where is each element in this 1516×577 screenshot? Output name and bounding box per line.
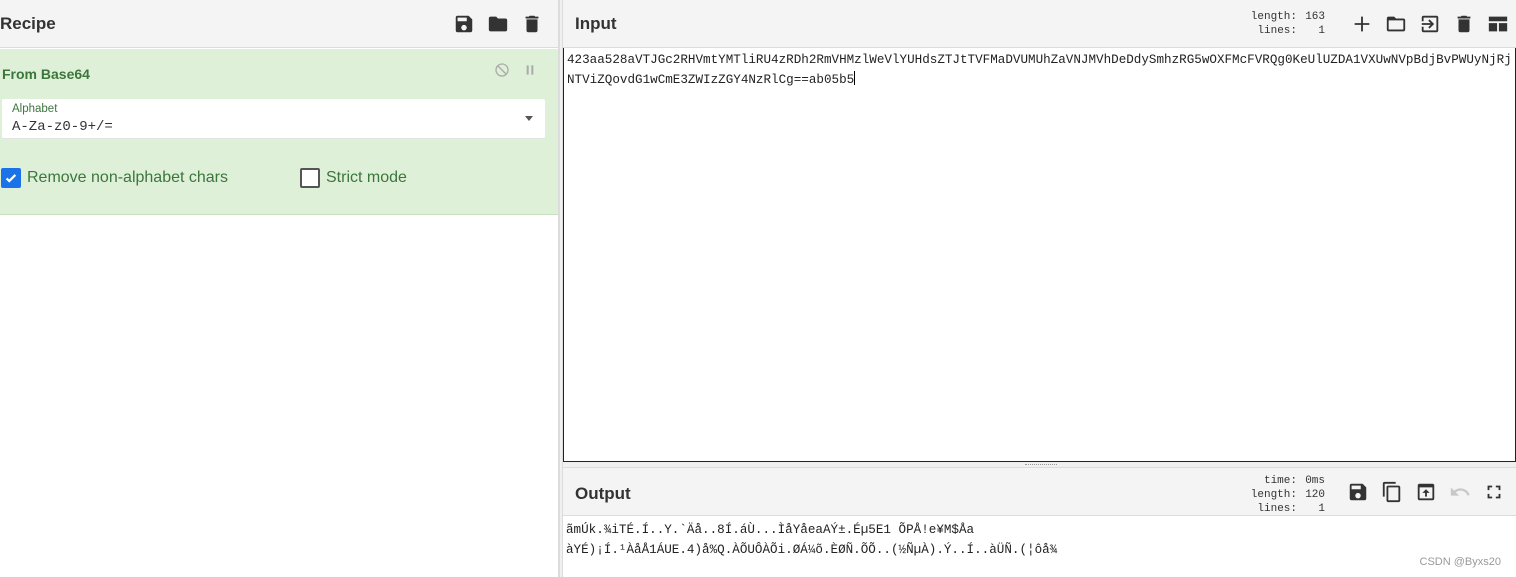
save-output-button[interactable] [1346,480,1370,504]
open-folder-button[interactable] [1384,12,1408,36]
alphabet-value: A-Za-z0-9+/= [12,119,113,135]
text-caret [854,71,856,85]
output-length-label: length: [1250,489,1297,501]
maximise-output-button[interactable] [1482,480,1506,504]
input-header: Input length: 163 lines: 1 [563,0,1516,48]
strict-mode-label: Strict mode [326,169,407,186]
alphabet-label: Alphabet [12,103,58,115]
output-title: Output [575,484,631,503]
checkbox-checked-icon[interactable] [1,168,21,188]
watermark: CSDN @Byxs20 [1419,556,1501,568]
alphabet-select[interactable]: Alphabet A-Za-z0-9+/= [2,99,545,139]
layout-icon [1488,16,1508,32]
folder-icon [488,16,508,32]
output-lines-label: lines: [1257,503,1297,515]
save-icon [455,15,473,33]
output-text-area[interactable]: ãmÚk.¾iTÉ.Í..Y.`Äå..8Í.áÙ...ÌåYåeaAÝ±.Éµ… [563,517,1516,577]
open-file-button[interactable] [1418,12,1442,36]
output-line-1: ãmÚk.¾iTÉ.Í..Y.`Äå..8Í.áÙ...ÌåYåeaAÝ±.Éµ… [566,523,975,537]
reset-layout-button[interactable] [1486,12,1510,36]
recipe-title: Recipe [0,13,56,33]
output-length-value: 120 [1305,489,1325,501]
pause-icon[interactable] [522,62,538,78]
trash-icon [525,15,539,33]
trash-icon [1457,15,1471,33]
output-line-2: àYÉ)¡Í.¹ÀåÅ1ÁUE.4)å%Q.ÀÕUÔÀÕi.ØÁ¼õ.ÈØÑ.Õ… [566,543,1058,557]
input-length-label: length: [1250,11,1297,23]
copy-icon [1382,481,1401,503]
undo-button[interactable] [1448,480,1472,504]
clear-input-button[interactable] [1452,12,1476,36]
input-toolbar [1350,0,1510,48]
copy-output-button[interactable] [1380,480,1404,504]
grip-icon [1025,464,1057,466]
operation-controls [494,62,538,78]
checkbox-unchecked-icon[interactable] [300,168,320,188]
input-title: Input [575,13,617,33]
input-textarea[interactable]: 423aa528aVTJGc2RHVmtYMTliRU4zRDh2RmVHMzl… [563,48,1516,462]
input-lines-label: lines: [1257,25,1297,37]
output-stats: time: 0ms length: 120 lines: 1 [1251,474,1325,516]
recipe-pane: Recipe From Base64 Alphabet A-Za-z0-9+/= [0,0,559,577]
recipe-toolbar [452,0,544,48]
operation-from-base64[interactable]: From Base64 Alphabet A-Za-z0-9+/= Remove… [0,49,558,215]
input-stats: length: 163 lines: 1 [1251,10,1325,38]
input-arrow-icon [1421,15,1439,33]
folder-outline-icon [1386,16,1406,32]
input-lines-value: 1 [1318,25,1325,37]
undo-icon [1450,487,1470,496]
operation-name: From Base64 [2,66,90,82]
plus-icon [1354,16,1370,32]
output-toolbar [1346,480,1506,504]
remove-non-alphabet-label: Remove non-alphabet chars [27,169,229,186]
output-time-value: 0ms [1305,475,1325,487]
input-length-value: 163 [1305,11,1325,23]
output-time-label: time: [1263,475,1297,487]
move-to-input-icon [1417,483,1435,501]
disable-icon[interactable] [494,62,510,78]
load-recipe-button[interactable] [486,12,510,36]
remove-non-alphabet-checkbox[interactable]: Remove non-alphabet chars [1,168,228,188]
chevron-down-icon[interactable] [525,116,533,121]
clear-recipe-button[interactable] [520,12,544,36]
input-text: 423aa528aVTJGc2RHVmtYMTliRU4zRDh2RmVHMzl… [567,53,1512,87]
io-pane: Input length: 163 lines: 1 423aa528aVTJGc2… [563,0,1516,577]
recipe-header: Recipe [0,0,558,48]
strict-mode-checkbox[interactable]: Strict mode [300,168,407,188]
replace-input-button[interactable] [1414,480,1438,504]
fullscreen-icon [1487,485,1501,499]
save-icon [1349,483,1367,501]
output-header: Output time: 0ms length: 120 lines: 1 [563,468,1516,516]
output-lines-value: 1 [1318,503,1325,515]
add-input-tab-button[interactable] [1350,12,1374,36]
save-recipe-button[interactable] [452,12,476,36]
